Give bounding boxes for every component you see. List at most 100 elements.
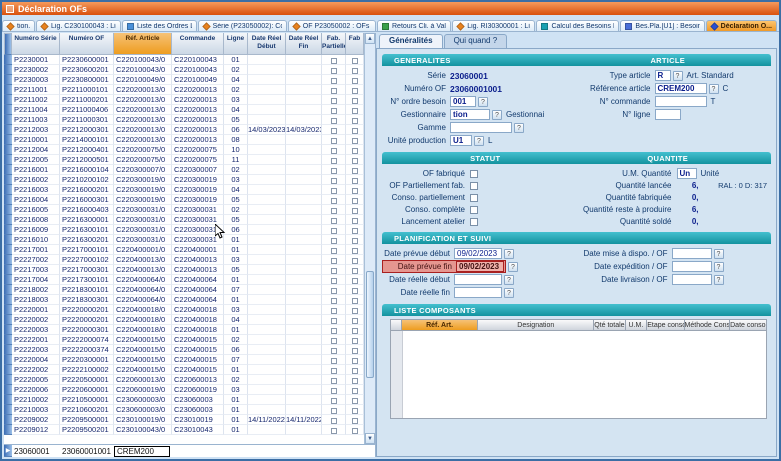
row-selector[interactable] [4, 245, 12, 255]
checkbox[interactable] [331, 298, 337, 304]
field-input[interactable]: tion [450, 109, 490, 120]
row-selector[interactable] [4, 185, 12, 195]
title-bar[interactable]: Déclaration OFs [2, 2, 779, 15]
field-input[interactable] [450, 122, 512, 133]
checkbox[interactable] [352, 198, 358, 204]
lookup-button[interactable]: ? [709, 84, 719, 94]
table-row[interactable]: P2212004P2212000401C220200075/0C22020007… [4, 145, 364, 155]
checkbox[interactable] [352, 378, 358, 384]
row-selector[interactable] [4, 385, 12, 395]
checkbox[interactable] [331, 178, 337, 184]
table-row[interactable]: P2210001P2214000101C220200013/0C22020001… [4, 135, 364, 145]
table-row[interactable]: P2216004P2216000301C220300019/0C22030001… [4, 195, 364, 205]
table-row[interactable]: P2217004P2217300101C220400064/0C22040006… [4, 275, 364, 285]
table-row[interactable]: P2218003P2218300301C220400064/0C22040006… [4, 295, 364, 305]
checkbox[interactable] [352, 208, 358, 214]
row-selector[interactable] [4, 195, 12, 205]
row-selector[interactable] [4, 345, 12, 355]
checkbox[interactable] [331, 328, 337, 334]
checkbox[interactable] [331, 118, 337, 124]
table-row[interactable]: P2216008P2216300001C220300031/0C22030003… [4, 215, 364, 225]
um-input[interactable]: Un [677, 168, 697, 179]
scrollbar-thumb[interactable] [366, 271, 374, 378]
column-header[interactable]: Numéro OF [60, 33, 114, 55]
lookup-button[interactable]: ? [474, 136, 484, 146]
checkbox[interactable] [352, 168, 358, 174]
checkbox[interactable] [352, 298, 358, 304]
table-row[interactable]: P2216009P2216300101C220300031/0C22030003… [4, 225, 364, 235]
checkbox[interactable] [331, 108, 337, 114]
table-row[interactable]: P2216010P2216300201C220300031/0C22030003… [4, 235, 364, 245]
date-input[interactable] [672, 248, 712, 259]
row-selector[interactable] [4, 375, 12, 385]
checkbox[interactable] [331, 98, 337, 104]
column-header[interactable]: Réf. Art. [402, 319, 479, 331]
checkbox[interactable] [331, 268, 337, 274]
row-selector[interactable] [4, 215, 12, 225]
table-row[interactable]: P2209002P2209500001C230100019/0C23010019… [4, 415, 364, 425]
field-input[interactable]: 001 [450, 96, 476, 107]
table-row[interactable]: P2217001P2217000101C220400001/0C22040000… [4, 245, 364, 255]
checkbox[interactable] [352, 118, 358, 124]
checkbox[interactable] [352, 308, 358, 314]
tab-s-rie-p23050002-com[interactable]: Série (P23050002): Com... [198, 20, 287, 31]
grid-entry-row[interactable]: ▶ 23060001 23060001001 CREM200 [4, 444, 375, 457]
date-input[interactable] [454, 274, 502, 285]
row-selector[interactable] [4, 205, 12, 215]
row-selector[interactable] [4, 55, 12, 65]
checkbox[interactable] [352, 358, 358, 364]
checkbox[interactable] [331, 418, 337, 424]
checkbox[interactable] [331, 228, 337, 234]
column-header[interactable]: Qté totale [594, 319, 625, 331]
row-selector[interactable] [4, 395, 12, 405]
row-selector[interactable] [4, 325, 12, 335]
table-row[interactable]: P2209012P2209500201C230100043/0C23010043… [4, 425, 364, 435]
row-selector[interactable] [4, 415, 12, 425]
checkbox[interactable] [352, 288, 358, 294]
checkbox[interactable] [331, 278, 337, 284]
checkbox[interactable] [352, 98, 358, 104]
checkbox[interactable] [352, 228, 358, 234]
row-selector[interactable] [4, 75, 12, 85]
row-selector[interactable] [4, 355, 12, 365]
checkbox[interactable] [331, 358, 337, 364]
scroll-up-arrow-icon[interactable]: ▲ [365, 33, 375, 44]
table-row[interactable]: P2222002P2222100002C220400015/0C22040001… [4, 365, 364, 375]
checkbox[interactable] [331, 338, 337, 344]
tab-lig-ri30300001-lign[interactable]: Lig. RI30300001 : Lign... [452, 20, 535, 31]
row-selector[interactable] [4, 295, 12, 305]
checkbox[interactable] [331, 238, 337, 244]
column-header[interactable]: U.M. [626, 319, 648, 331]
checkbox[interactable] [352, 368, 358, 374]
checkbox[interactable] [352, 188, 358, 194]
row-selector[interactable] [4, 85, 12, 95]
checkbox[interactable] [331, 198, 337, 204]
date-input[interactable]: 09/02/2023 [454, 248, 502, 259]
column-header[interactable]: Date Réel Début [248, 33, 286, 55]
checkbox[interactable] [352, 318, 358, 324]
tab-g-n-ralit-s[interactable]: Généralités [379, 34, 443, 48]
table-row[interactable]: P2222001P2222000074C220400015/0C22040001… [4, 335, 364, 345]
checkbox[interactable] [331, 158, 337, 164]
calendar-button[interactable]: ? [504, 275, 514, 285]
checkbox[interactable] [352, 218, 358, 224]
checkbox[interactable] [331, 428, 337, 434]
table-row[interactable]: P2220003P2220000301C220400018/0C22040001… [4, 325, 364, 335]
checkbox[interactable] [352, 128, 358, 134]
checkbox[interactable] [331, 88, 337, 94]
row-selector[interactable] [4, 155, 12, 165]
row-selector[interactable] [4, 315, 12, 325]
calendar-button[interactable]: ? [504, 249, 514, 259]
checkbox[interactable] [352, 428, 358, 434]
table-row[interactable]: P2230001P2230600001C220100043/0C22010004… [4, 55, 364, 65]
table-row[interactable]: P2220001P2220000201C220400018/0C22040001… [4, 305, 364, 315]
calendar-button[interactable]: ? [714, 249, 724, 259]
checkbox[interactable] [331, 258, 337, 264]
checkbox[interactable] [331, 318, 337, 324]
field-input[interactable] [655, 109, 681, 120]
column-header[interactable]: Méthode Conso [685, 319, 730, 331]
checkbox[interactable] [470, 182, 478, 190]
row-selector[interactable] [4, 305, 12, 315]
checkbox[interactable] [331, 308, 337, 314]
row-selector[interactable] [4, 165, 12, 175]
